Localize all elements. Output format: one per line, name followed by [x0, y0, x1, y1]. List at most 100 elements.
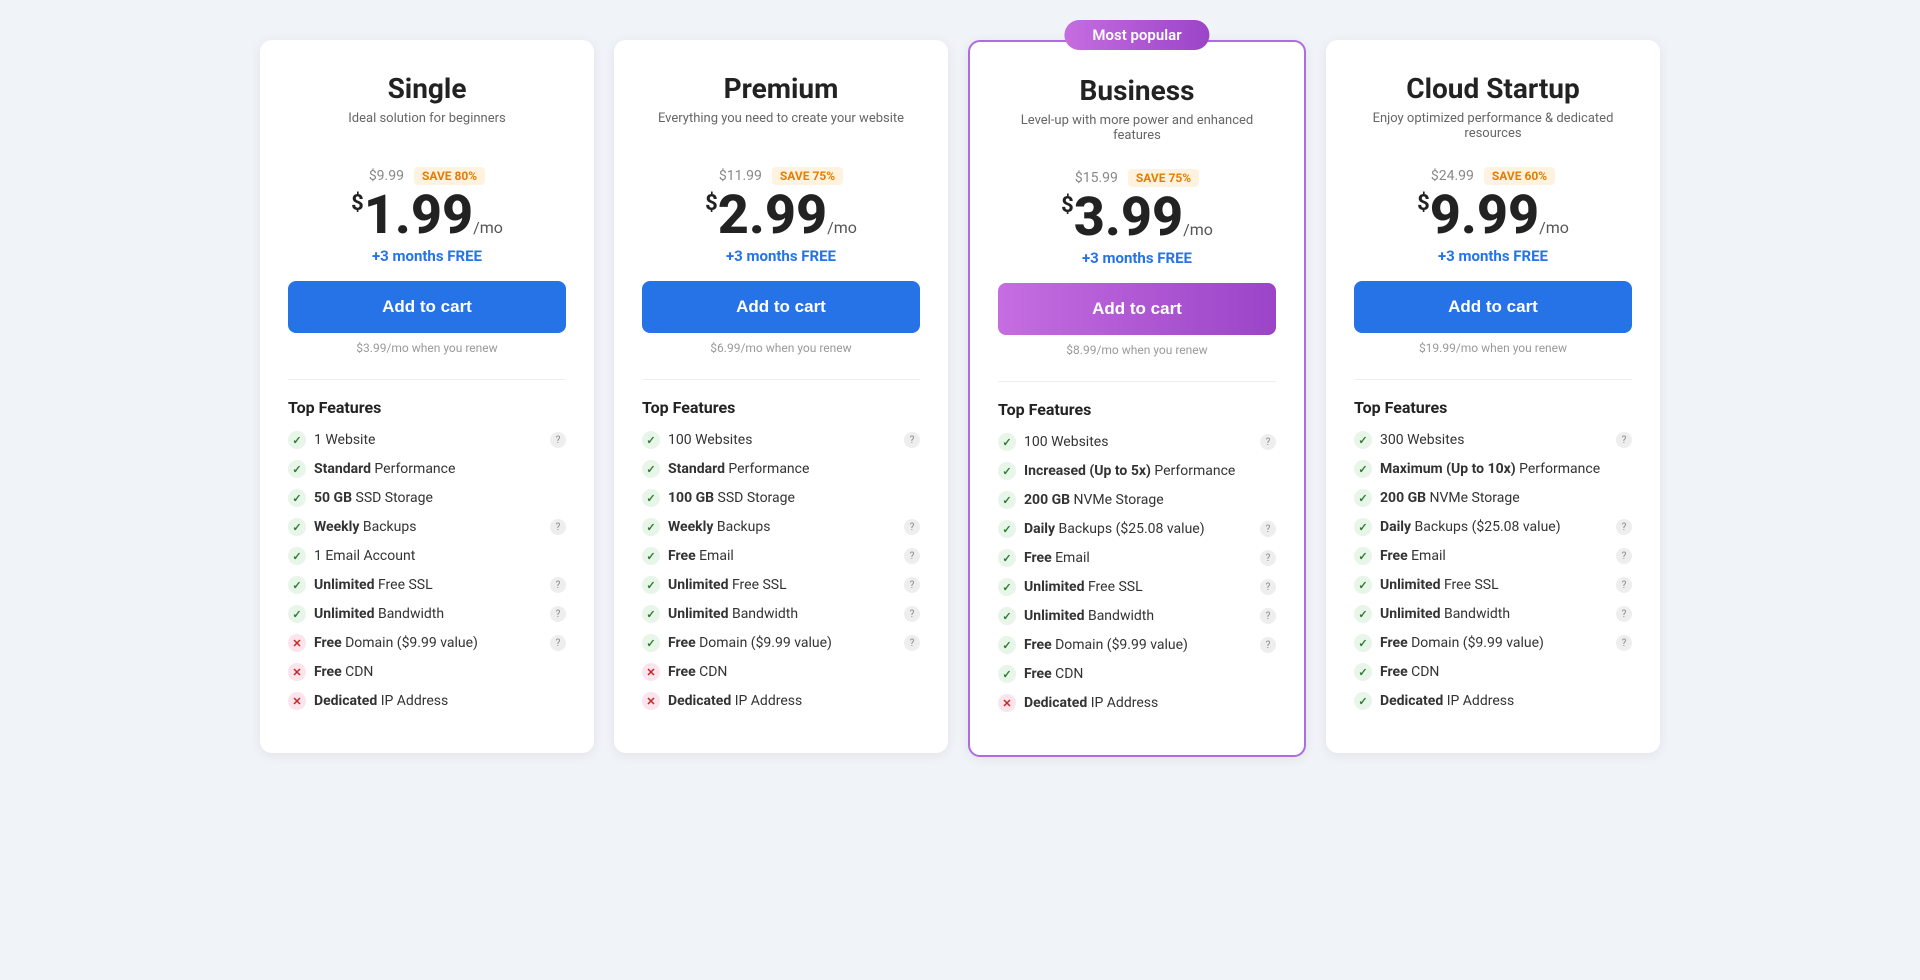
info-icon-premium-0[interactable]: ?: [904, 432, 920, 448]
info-icon-business-0[interactable]: ?: [1260, 434, 1276, 450]
info-icon-premium-7[interactable]: ?: [904, 635, 920, 651]
save-badge-business: SAVE 75%: [1128, 169, 1199, 187]
price-permo-premium: /mo: [827, 218, 857, 237]
info-icon-premium-4[interactable]: ?: [904, 548, 920, 564]
info-icon-single-6[interactable]: ?: [550, 606, 566, 622]
feature-left-single-0: ✓ 1 Website: [288, 431, 375, 449]
check-icon-cloud-startup-4: ✓: [1354, 547, 1372, 565]
save-badge-cloud-startup: SAVE 60%: [1484, 167, 1555, 185]
feature-item-business-8: ✓ Free CDN: [998, 665, 1276, 683]
info-icon-single-5[interactable]: ?: [550, 577, 566, 593]
feature-item-cloud-startup-6: ✓ Unlimited Bandwidth ?: [1354, 605, 1632, 623]
price-permo-cloud-startup: /mo: [1539, 218, 1569, 237]
info-icon-cloud-startup-3[interactable]: ?: [1616, 519, 1632, 535]
feature-item-cloud-startup-8: ✓ Free CDN: [1354, 663, 1632, 681]
check-icon-business-4: ✓: [998, 549, 1016, 567]
info-icon-cloud-startup-7[interactable]: ?: [1616, 635, 1632, 651]
info-icon-single-7[interactable]: ?: [550, 635, 566, 651]
info-icon-premium-5[interactable]: ?: [904, 577, 920, 593]
info-icon-cloud-startup-4[interactable]: ?: [1616, 548, 1632, 564]
check-icon-business-5: ✓: [998, 578, 1016, 596]
feature-item-business-2: ✓ 200 GB NVMe Storage: [998, 491, 1276, 509]
add-to-cart-btn-single[interactable]: Add to cart: [288, 281, 566, 333]
price-row-premium: $11.99 SAVE 75%: [642, 167, 920, 185]
info-icon-business-5[interactable]: ?: [1260, 579, 1276, 595]
divider-premium: [642, 379, 920, 380]
feature-item-cloud-startup-5: ✓ Unlimited Free SSL ?: [1354, 576, 1632, 594]
plan-card-single: SingleIdeal solution for beginners $9.99…: [260, 40, 594, 753]
plan-desc-single: Ideal solution for beginners: [288, 111, 566, 147]
top-features-title-premium: Top Features: [642, 398, 920, 417]
info-icon-business-6[interactable]: ?: [1260, 608, 1276, 624]
feature-item-cloud-startup-1: ✓ Maximum (Up to 10x) Performance: [1354, 460, 1632, 478]
feature-item-single-2: ✓ 50 GB SSD Storage: [288, 489, 566, 507]
info-icon-premium-3[interactable]: ?: [904, 519, 920, 535]
feature-text-single-1: Standard Performance: [314, 461, 455, 477]
info-icon-business-7[interactable]: ?: [1260, 637, 1276, 653]
feature-text-cloud-startup-1: Maximum (Up to 10x) Performance: [1380, 461, 1600, 477]
check-icon-business-9: ✕: [998, 694, 1016, 712]
feature-item-premium-4: ✓ Free Email ?: [642, 547, 920, 565]
feature-item-business-3: ✓ Daily Backups ($25.08 value) ?: [998, 520, 1276, 538]
add-to-cart-btn-cloud-startup[interactable]: Add to cart: [1354, 281, 1632, 333]
info-icon-business-4[interactable]: ?: [1260, 550, 1276, 566]
info-icon-cloud-startup-5[interactable]: ?: [1616, 577, 1632, 593]
check-icon-premium-2: ✓: [642, 489, 660, 507]
price-amount-cloud-startup: 9.99: [1430, 184, 1539, 247]
feature-item-cloud-startup-3: ✓ Daily Backups ($25.08 value) ?: [1354, 518, 1632, 536]
check-icon-premium-6: ✓: [642, 605, 660, 623]
feature-text-business-7: Free Domain ($9.99 value): [1024, 637, 1188, 653]
main-price-cloud-startup: $9.99/mo: [1354, 189, 1632, 243]
check-icon-single-3: ✓: [288, 518, 306, 536]
check-icon-business-0: ✓: [998, 433, 1016, 451]
feature-item-single-1: ✓ Standard Performance: [288, 460, 566, 478]
check-icon-cloud-startup-3: ✓: [1354, 518, 1372, 536]
feature-text-single-7: Free Domain ($9.99 value): [314, 635, 478, 651]
feature-item-premium-2: ✓ 100 GB SSD Storage: [642, 489, 920, 507]
feature-item-premium-0: ✓ 100 Websites ?: [642, 431, 920, 449]
check-icon-cloud-startup-8: ✓: [1354, 663, 1372, 681]
feature-left-business-4: ✓ Free Email: [998, 549, 1090, 567]
feature-text-premium-0: 100 Websites: [668, 432, 752, 448]
feature-text-single-9: Dedicated IP Address: [314, 693, 448, 709]
feature-item-single-6: ✓ Unlimited Bandwidth ?: [288, 605, 566, 623]
info-icon-single-0[interactable]: ?: [550, 432, 566, 448]
price-dollar-premium: $: [705, 191, 718, 216]
feature-left-single-6: ✓ Unlimited Bandwidth: [288, 605, 444, 623]
check-icon-single-2: ✓: [288, 489, 306, 507]
divider-single: [288, 379, 566, 380]
feature-text-premium-6: Unlimited Bandwidth: [668, 606, 798, 622]
renew-note-business: $8.99/mo when you renew: [998, 343, 1276, 357]
price-amount-premium: 2.99: [718, 184, 827, 247]
add-to-cart-btn-premium[interactable]: Add to cart: [642, 281, 920, 333]
feature-item-cloud-startup-0: ✓ 300 Websites ?: [1354, 431, 1632, 449]
info-icon-business-3[interactable]: ?: [1260, 521, 1276, 537]
original-price-premium: $11.99: [719, 168, 762, 184]
main-price-premium: $2.99/mo: [642, 189, 920, 243]
check-icon-premium-9: ✕: [642, 692, 660, 710]
feature-left-business-3: ✓ Daily Backups ($25.08 value): [998, 520, 1205, 538]
months-free-premium: +3 months FREE: [642, 247, 920, 265]
check-icon-business-6: ✓: [998, 607, 1016, 625]
feature-text-business-6: Unlimited Bandwidth: [1024, 608, 1154, 624]
info-icon-cloud-startup-6[interactable]: ?: [1616, 606, 1632, 622]
feature-text-cloud-startup-0: 300 Websites: [1380, 432, 1464, 448]
feature-left-business-1: ✓ Increased (Up to 5x) Performance: [998, 462, 1235, 480]
check-icon-cloud-startup-7: ✓: [1354, 634, 1372, 652]
info-icon-single-3[interactable]: ?: [550, 519, 566, 535]
feature-left-business-7: ✓ Free Domain ($9.99 value): [998, 636, 1188, 654]
feature-text-business-3: Daily Backups ($25.08 value): [1024, 521, 1205, 537]
add-to-cart-btn-business[interactable]: Add to cart: [998, 283, 1276, 335]
feature-text-business-2: 200 GB NVMe Storage: [1024, 492, 1164, 508]
feature-text-cloud-startup-3: Daily Backups ($25.08 value): [1380, 519, 1561, 535]
info-icon-premium-6[interactable]: ?: [904, 606, 920, 622]
top-features-title-cloud-startup: Top Features: [1354, 398, 1632, 417]
info-icon-cloud-startup-0[interactable]: ?: [1616, 432, 1632, 448]
check-icon-cloud-startup-6: ✓: [1354, 605, 1372, 623]
feature-text-premium-2: 100 GB SSD Storage: [668, 490, 795, 506]
feature-left-single-3: ✓ Weekly Backups: [288, 518, 416, 536]
feature-item-business-0: ✓ 100 Websites ?: [998, 433, 1276, 451]
feature-left-premium-6: ✓ Unlimited Bandwidth: [642, 605, 798, 623]
feature-left-cloud-startup-2: ✓ 200 GB NVMe Storage: [1354, 489, 1520, 507]
price-amount-business: 3.99: [1074, 186, 1183, 249]
